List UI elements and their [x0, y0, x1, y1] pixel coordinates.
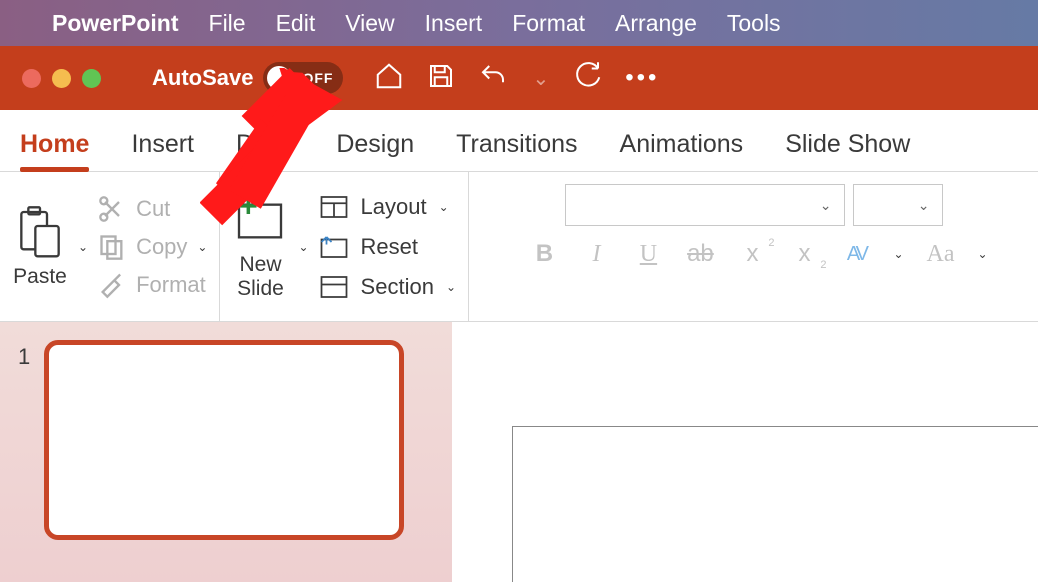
more-icon[interactable]: ••• [625, 64, 659, 92]
mac-menu-file[interactable]: File [209, 10, 246, 37]
mac-menu-edit[interactable]: Edit [276, 10, 316, 37]
layout-label: Layout [361, 194, 427, 220]
chevron-down-icon: ⌄ [820, 197, 832, 214]
mac-menu-arrange[interactable]: Arrange [615, 10, 697, 37]
ribbon-home: Paste ⌄ Cut Copy ⌄ Format New Slide ⌄ [0, 172, 1038, 322]
change-case-dropdown-icon[interactable]: ⌄ [978, 247, 988, 261]
copy-label: Copy [136, 234, 187, 260]
mac-menu-tools[interactable]: Tools [727, 10, 781, 37]
tab-design[interactable]: Design [336, 130, 414, 171]
font-size-select[interactable]: ⌄ [853, 184, 943, 226]
autosave-label: AutoSave [152, 65, 253, 91]
mac-menu-format[interactable]: Format [512, 10, 585, 37]
format-painter-button[interactable]: Format [98, 271, 207, 299]
save-icon[interactable] [426, 61, 456, 96]
group-slides: New Slide ⌄ Layout ⌄ Reset Section ⌄ [220, 172, 469, 321]
new-slide-dropdown-icon[interactable]: ⌄ [298, 240, 308, 254]
mac-menubar: PowerPoint File Edit View Insert Format … [0, 0, 1038, 46]
font-family-select[interactable]: ⌄ [565, 184, 845, 226]
layout-button[interactable]: Layout ⌄ [319, 192, 456, 222]
new-slide-button[interactable]: New Slide [232, 193, 288, 299]
slide-canvas-pane[interactable] [452, 322, 1038, 582]
subscript-button[interactable]: x [789, 240, 819, 268]
tab-animations[interactable]: Animations [620, 130, 744, 171]
mac-menu-view[interactable]: View [345, 10, 394, 37]
scissors-icon [98, 195, 126, 223]
change-case-button[interactable]: Aa [926, 241, 956, 268]
copy-dropdown-icon[interactable]: ⌄ [197, 240, 207, 254]
mac-menu-app[interactable]: PowerPoint [52, 10, 179, 37]
tab-draw[interactable]: Draw [236, 130, 294, 171]
tab-insert[interactable]: Insert [131, 130, 194, 171]
paste-label: Paste [13, 265, 67, 288]
reset-icon [319, 232, 349, 262]
group-clipboard: Paste ⌄ Cut Copy ⌄ Format [0, 172, 220, 321]
ribbon-tabs: Home Insert Draw Design Transitions Anim… [0, 110, 1038, 172]
thumb-number: 1 [18, 340, 30, 564]
slide-canvas[interactable] [512, 426, 1038, 582]
format-label: Format [136, 272, 206, 298]
undo-icon[interactable] [478, 61, 508, 96]
bold-button[interactable]: B [529, 240, 559, 268]
chevron-down-icon: ⌄ [918, 197, 930, 214]
section-label: Section [361, 274, 434, 300]
window-close-button[interactable] [22, 69, 41, 88]
section-button[interactable]: Section ⌄ [319, 272, 456, 302]
copy-button[interactable]: Copy ⌄ [98, 233, 207, 261]
italic-button[interactable]: I [581, 241, 611, 268]
char-spacing-dropdown-icon[interactable]: ⌄ [893, 247, 903, 261]
slide-thumbnail-pane[interactable]: 1 [0, 322, 452, 582]
autosave-control: AutoSave OFF [152, 62, 343, 94]
new-slide-label: New Slide [237, 253, 284, 299]
tab-transitions[interactable]: Transitions [456, 130, 577, 171]
autosave-state: OFF [302, 70, 333, 86]
toggle-knob-icon [267, 66, 291, 90]
layout-icon [319, 192, 349, 222]
undo-dropdown-caret-icon[interactable]: ⌄ [532, 66, 549, 91]
paintbrush-icon [98, 271, 126, 299]
layout-dropdown-icon[interactable]: ⌄ [439, 200, 449, 214]
slide-thumbnail[interactable] [44, 340, 404, 540]
cut-label: Cut [136, 196, 170, 222]
copy-icon [98, 233, 126, 261]
autosave-toggle[interactable]: OFF [263, 62, 343, 94]
mac-menu-insert[interactable]: Insert [425, 10, 483, 37]
reset-label: Reset [361, 234, 418, 260]
window-minimize-button[interactable] [52, 69, 71, 88]
window-maximize-button[interactable] [82, 69, 101, 88]
home-icon[interactable] [374, 61, 404, 96]
workspace: 1 [0, 322, 1038, 582]
tab-slideshow[interactable]: Slide Show [785, 130, 910, 171]
titlebar-quick-actions: ⌄ ••• [374, 61, 659, 96]
underline-button[interactable]: U [633, 241, 663, 268]
char-spacing-button[interactable]: AV [841, 243, 871, 266]
superscript-button[interactable]: x [737, 240, 767, 268]
group-font: ⌄ ⌄ B I U ab x x AV ⌄ Aa ⌄ [469, 172, 1038, 321]
reset-button[interactable]: Reset [319, 232, 456, 262]
section-dropdown-icon[interactable]: ⌄ [446, 280, 456, 294]
text-format-row: B I U ab x x AV ⌄ Aa ⌄ [519, 240, 987, 268]
paste-button[interactable]: Paste [12, 205, 68, 288]
paste-dropdown-icon[interactable]: ⌄ [78, 240, 88, 254]
tab-home[interactable]: Home [20, 130, 89, 171]
redo-icon[interactable] [573, 61, 603, 96]
window-titlebar: AutoSave OFF ⌄ ••• [0, 46, 1038, 110]
cut-button[interactable]: Cut [98, 195, 207, 223]
strikethrough-button[interactable]: ab [685, 240, 715, 268]
section-icon [319, 272, 349, 302]
